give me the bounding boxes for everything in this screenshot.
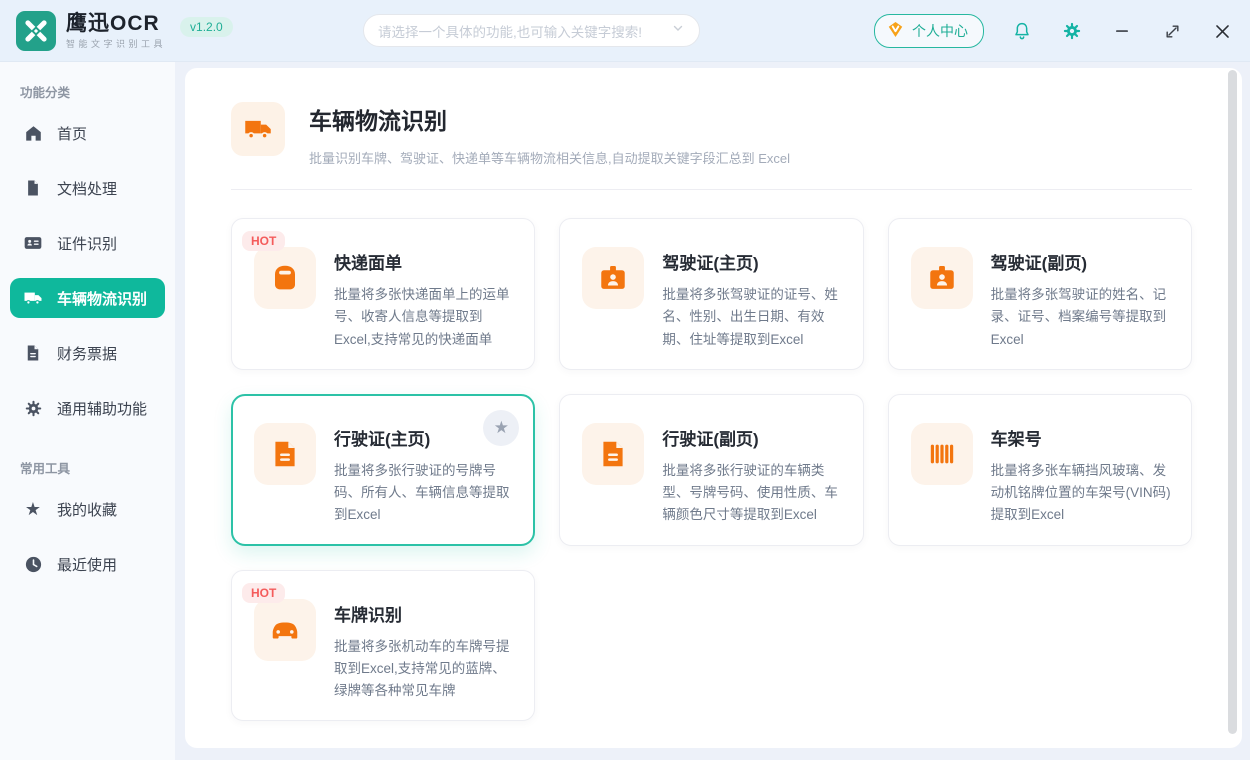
- document-icon: [23, 178, 43, 198]
- hot-badge: HOT: [242, 231, 285, 251]
- divider: [231, 189, 1192, 190]
- card-vin-number[interactable]: 车架号 批量将多张车辆挡风玻璃、发动机铭牌位置的车架号(VIN码)提取到Exce…: [888, 394, 1192, 546]
- function-search-select[interactable]: 请选择一个具体的功能,也可输入关键字搜索!: [363, 14, 700, 47]
- home-icon: [23, 123, 43, 143]
- car-icon: [254, 599, 316, 661]
- chevron-down-icon: [671, 21, 685, 40]
- card-description: 批量将多张车辆挡风玻璃、发动机铭牌位置的车架号(VIN码)提取到Excel: [991, 460, 1173, 527]
- category-panel: 车辆物流识别 批量识别车牌、驾驶证、快递单等车辆物流相关信息,自动提取关键字段汇…: [185, 68, 1242, 748]
- vip-badge-icon: [886, 20, 905, 42]
- sidebar-item-home[interactable]: 首页: [10, 113, 165, 153]
- clock-icon: [23, 554, 43, 574]
- logo-icon: [16, 11, 56, 51]
- sidebar-section-label: 功能分类: [20, 82, 175, 101]
- bell-icon[interactable]: [1010, 19, 1034, 43]
- receipt-icon: [23, 343, 43, 363]
- app-subtitle: 智能文字识别工具: [66, 37, 166, 50]
- user-center-button[interactable]: 个人中心: [874, 14, 984, 48]
- search-placeholder: 请选择一个具体的功能,也可输入关键字搜索!: [378, 21, 671, 41]
- app-logo: 鹰迅OCR 智能文字识别工具 v1.2.0: [16, 11, 233, 51]
- sidebar-item-label: 文档处理: [57, 178, 117, 199]
- settings-gear-icon[interactable]: [1060, 19, 1084, 43]
- truck-icon: [23, 288, 43, 308]
- favorite-star-button[interactable]: ★: [483, 410, 519, 446]
- feature-card-grid: HOT 快递面单 批量将多张快递面单上的运单号、收寄人信息等提取到Excel,支…: [231, 218, 1192, 721]
- card-description: 批量将多张驾驶证的姓名、记录、证号、档案编号等提取到Excel: [991, 284, 1173, 351]
- card-description: 批量将多张快递面单上的运单号、收寄人信息等提取到Excel,支持常见的快递面单: [334, 284, 516, 351]
- id-card-icon: [23, 233, 43, 253]
- card-title: 驾驶证(主页): [662, 249, 844, 274]
- scrollbar-thumb[interactable]: [1228, 70, 1237, 734]
- document-lines-icon: [254, 423, 316, 485]
- close-button[interactable]: [1210, 19, 1234, 43]
- card-title: 快递面单: [334, 249, 516, 274]
- sidebar-item-favorites[interactable]: ★ 我的收藏: [10, 489, 165, 529]
- sidebar-item-label: 我的收藏: [57, 499, 117, 520]
- sidebar-item-id-recognition[interactable]: 证件识别: [10, 223, 165, 263]
- user-center-label: 个人中心: [912, 21, 968, 41]
- sidebar-item-vehicle-logistics[interactable]: 车辆物流识别: [10, 278, 165, 318]
- sidebar-item-recent[interactable]: 最近使用: [10, 544, 165, 584]
- version-badge: v1.2.0: [180, 17, 233, 37]
- resize-button[interactable]: [1160, 19, 1184, 43]
- sidebar-item-label: 车辆物流识别: [57, 288, 147, 309]
- page-title: 车辆物流识别: [309, 102, 790, 136]
- star-icon: ★: [494, 419, 509, 436]
- sidebar-item-label: 通用辅助功能: [57, 398, 147, 419]
- card-title: 行驶证(副页): [662, 425, 844, 450]
- id-badge-icon: [582, 247, 644, 309]
- sidebar-item-label: 最近使用: [57, 554, 117, 575]
- sidebar: 功能分类 首页 文档处理 证件识别: [0, 62, 175, 760]
- sidebar-item-label: 证件识别: [57, 233, 117, 254]
- card-title: 车牌识别: [334, 601, 516, 626]
- page-description: 批量识别车牌、驾驶证、快递单等车辆物流相关信息,自动提取关键字段汇总到 Exce…: [309, 148, 790, 167]
- card-description: 批量将多张驾驶证的证号、姓名、性别、出生日期、有效期、住址等提取到Excel: [662, 284, 844, 351]
- app-title: 鹰迅OCR: [66, 12, 166, 35]
- card-drivers-license-main[interactable]: 驾驶证(主页) 批量将多张驾驶证的证号、姓名、性别、出生日期、有效期、住址等提取…: [559, 218, 863, 370]
- sidebar-item-finance-invoices[interactable]: 财务票据: [10, 333, 165, 373]
- card-drivers-license-second[interactable]: 驾驶证(副页) 批量将多张驾驶证的姓名、记录、证号、档案编号等提取到Excel: [888, 218, 1192, 370]
- barcode-icon: [911, 423, 973, 485]
- card-vehicle-license-main[interactable]: ★ 行驶证(主页) 批量将多张行驶证的号牌号码、所有人、车辆信息等提取到Exce…: [231, 394, 535, 546]
- sidebar-item-label: 首页: [57, 123, 87, 144]
- card-title: 车架号: [991, 425, 1173, 450]
- card-license-plate[interactable]: HOT 车牌识别 批量将多张机动车的车牌号提取到Excel,支持常见的蓝牌、绿牌…: [231, 570, 535, 722]
- card-description: 批量将多张行驶证的车辆类型、号牌号码、使用性质、车辆颜色尺寸等提取到Excel: [662, 460, 844, 527]
- sidebar-item-general-tools[interactable]: 通用辅助功能: [10, 388, 165, 428]
- card-title: 驾驶证(副页): [991, 249, 1173, 274]
- sidebar-section-label: 常用工具: [20, 458, 175, 477]
- truck-icon: [231, 102, 285, 156]
- topbar: 鹰迅OCR 智能文字识别工具 v1.2.0 请选择一个具体的功能,也可输入关键字…: [0, 0, 1250, 62]
- star-icon: ★: [23, 499, 43, 519]
- card-vehicle-license-second[interactable]: 行驶证(副页) 批量将多张行驶证的车辆类型、号牌号码、使用性质、车辆颜色尺寸等提…: [559, 394, 863, 546]
- document-lines-icon: [582, 423, 644, 485]
- main-area: 车辆物流识别 批量识别车牌、驾驶证、快递单等车辆物流相关信息,自动提取关键字段汇…: [175, 62, 1250, 760]
- package-icon: [254, 247, 316, 309]
- sidebar-item-documents[interactable]: 文档处理: [10, 168, 165, 208]
- gear-icon: [23, 398, 43, 418]
- card-description: 批量将多张行驶证的号牌号码、所有人、车辆信息等提取到Excel: [334, 460, 516, 527]
- sidebar-item-label: 财务票据: [57, 343, 117, 364]
- category-header: 车辆物流识别 批量识别车牌、驾驶证、快递单等车辆物流相关信息,自动提取关键字段汇…: [231, 102, 1192, 167]
- minimize-button[interactable]: [1110, 19, 1134, 43]
- id-badge-icon: [911, 247, 973, 309]
- card-description: 批量将多张机动车的车牌号提取到Excel,支持常见的蓝牌、绿牌等各种常见车牌: [334, 636, 516, 703]
- hot-badge: HOT: [242, 583, 285, 603]
- card-express-waybill[interactable]: HOT 快递面单 批量将多张快递面单上的运单号、收寄人信息等提取到Excel,支…: [231, 218, 535, 370]
